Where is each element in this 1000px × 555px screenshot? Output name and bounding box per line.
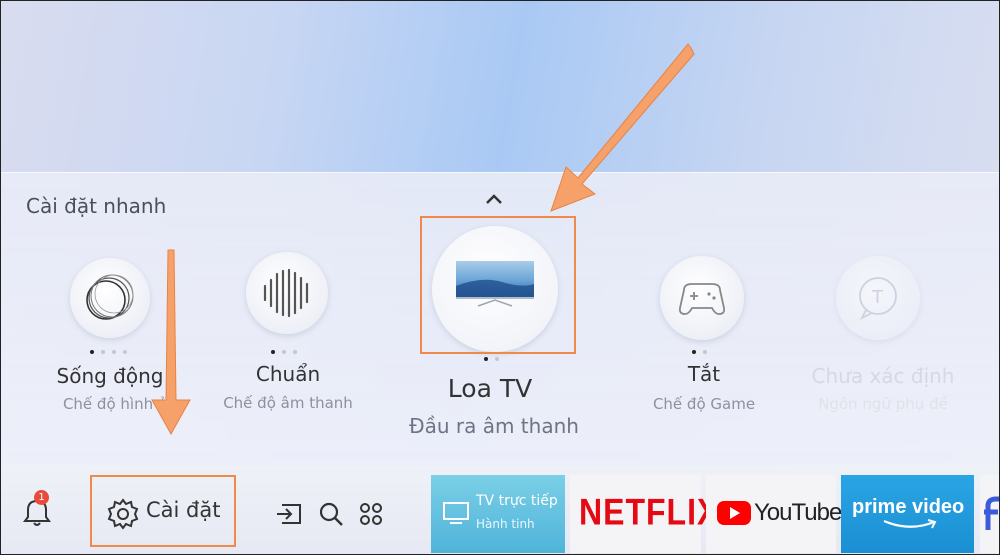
apps-icon[interactable] [356,499,386,529]
youtube-play-icon [717,501,751,525]
settings-label: Cài đặt [146,498,221,522]
search-icon[interactable] [316,499,346,529]
gear-icon [107,498,139,530]
partial-app-logo-icon [984,496,1000,530]
prime-video-logo: prime video [852,496,965,518]
prime-smile-icon [883,519,937,529]
notification-badge: 1 [34,490,49,505]
notification-count: 1 [38,492,45,503]
source-input-icon[interactable] [274,500,304,528]
live-tv-channel: Hành tinh [476,517,535,531]
netflix-logo: NETFLIX [579,491,720,533]
tv-icon [443,502,469,524]
live-tv-title: TV trực tiếp [476,493,558,509]
youtube-logo: YouTube [754,499,842,526]
